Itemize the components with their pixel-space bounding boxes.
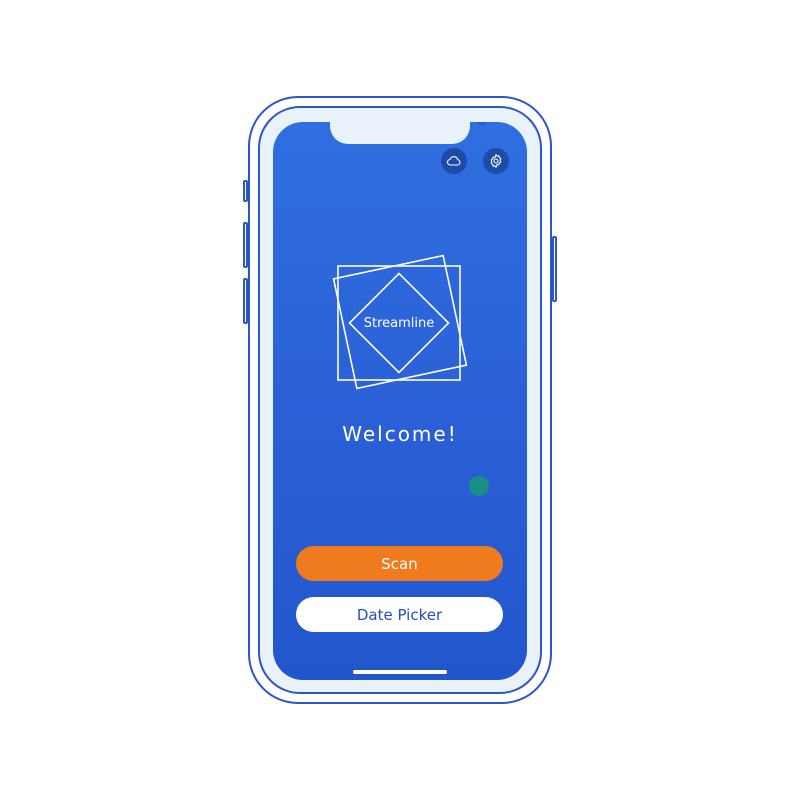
status-dot: [469, 476, 489, 496]
streamline-logo: Streamline: [328, 252, 470, 394]
settings-gear-icon: [490, 154, 502, 168]
cloud-button[interactable]: [441, 148, 467, 174]
side-button-right: [552, 236, 557, 302]
brand-name: Streamline: [363, 316, 435, 331]
notch: [330, 122, 487, 144]
welcome-heading: Welcome!: [342, 422, 458, 446]
settings-button[interactable]: [483, 148, 509, 174]
side-button-left-1: [243, 180, 248, 202]
date-picker-button[interactable]: Date Picker: [296, 597, 503, 632]
cloud-icon: [447, 156, 461, 166]
side-button-left-3: [243, 278, 248, 324]
side-button-left-2: [243, 222, 248, 268]
home-indicator[interactable]: [353, 670, 447, 674]
camera-icon: [476, 122, 487, 125]
app-screen: Streamline Welcome! Scan Date Picker: [273, 122, 527, 680]
scan-button[interactable]: Scan: [296, 546, 503, 581]
